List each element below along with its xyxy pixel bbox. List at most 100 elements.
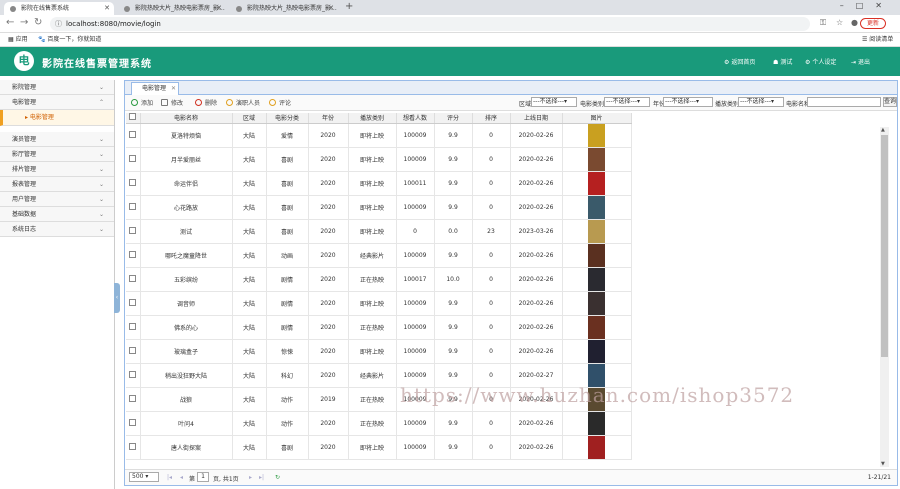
row-checkbox[interactable] <box>126 339 141 364</box>
region-select[interactable]: ---不选择---▾ <box>531 97 577 107</box>
update-button[interactable]: 更新 <box>860 18 886 29</box>
reading-list[interactable]: ☰ 阅读清单 <box>862 33 893 47</box>
sidebar-item-hall[interactable]: 影厅管理 ⌄ <box>0 147 114 162</box>
table-row[interactable]: 唐人街探案 大陆 喜剧 2020 即将上映 100009 9.9 0 2020-02-26 <box>126 435 632 460</box>
col-header[interactable]: 评分 <box>434 113 473 124</box>
browser-tab-3[interactable]: 影院热映大片_热映电影票房_影... ✕ <box>230 2 338 15</box>
table-cell: 100009 <box>396 435 435 460</box>
scroll-up-icon[interactable]: ▲ <box>881 127 885 133</box>
select-all-checkbox[interactable] <box>126 113 141 124</box>
next-page-icon[interactable]: ▸ <box>249 474 252 481</box>
col-header[interactable]: 年份 <box>308 113 349 124</box>
forward-icon[interactable]: → <box>20 17 28 28</box>
table-row[interactable]: 叶问4 大陆 动作 2020 正在热映 100009 9.9 0 2020-02-26 <box>126 411 632 436</box>
page-size-select[interactable]: 500 ▾ <box>129 472 159 482</box>
actors-button[interactable]: 演职人员 <box>226 98 260 107</box>
table-cell: 9.9 <box>434 243 473 268</box>
table-row[interactable]: 调音师 大陆 剧情 2020 即将上映 100009 9.9 0 2020-02-26 <box>126 291 632 316</box>
bookmark-apps[interactable]: ▦ 应用 <box>8 33 28 47</box>
table-row[interactable]: 哪吒之魔童降世 大陆 动画 2020 经典影片 100009 9.9 0 2020-02-26 <box>126 243 632 268</box>
row-checkbox[interactable] <box>126 171 141 196</box>
col-header[interactable]: 播放类别 <box>348 113 397 124</box>
row-checkbox[interactable] <box>126 291 141 316</box>
row-checkbox[interactable] <box>126 411 141 436</box>
sidebar-collapse-handle[interactable]: ‹ <box>114 283 120 313</box>
row-checkbox[interactable] <box>126 123 141 148</box>
table-row[interactable]: 心花路放 大陆 喜剧 2020 即将上映 100009 9.9 0 2020-02-26 <box>126 195 632 220</box>
page-number-input[interactable]: 1 <box>197 472 209 482</box>
prev-page-icon[interactable]: ◂ <box>180 474 183 481</box>
row-checkbox[interactable] <box>126 195 141 220</box>
browser-tab-1[interactable]: 影院在线售票系统 ✕ <box>4 2 114 15</box>
poster-cell <box>562 435 632 460</box>
sidebar-item-basedata[interactable]: 基础数据 ⌄ <box>0 207 114 222</box>
table-row[interactable]: 玻璃盒子 大陆 惊悚 2020 即将上映 100009 9.9 0 2020-02-26 <box>126 339 632 364</box>
sidebar-item-user[interactable]: 用户管理 ⌄ <box>0 192 114 207</box>
review-button[interactable]: 评论 <box>269 98 291 107</box>
col-header[interactable]: 想看人数 <box>396 113 435 124</box>
logout-link[interactable]: ⇥ 退出 <box>851 57 870 66</box>
scrollbar-thumb[interactable] <box>881 135 888 357</box>
sidebar-subitem-movie[interactable]: ▸ 电影管理 <box>0 110 114 126</box>
row-checkbox[interactable] <box>126 267 141 292</box>
year-select[interactable]: ---不选择---▾ <box>663 97 713 107</box>
vertical-scrollbar[interactable]: ▲ ▼ <box>880 127 889 467</box>
row-checkbox[interactable] <box>126 315 141 340</box>
refresh-icon[interactable]: ↻ <box>275 474 280 481</box>
sidebar-item-syslog[interactable]: 系统日志 ⌄ <box>0 222 114 237</box>
row-checkbox[interactable] <box>126 243 141 268</box>
tab-movie-management[interactable]: 电影管理 ✕ <box>131 82 180 95</box>
sidebar-item-movie[interactable]: 电影管理 ⌃ <box>0 95 114 110</box>
close-tab-icon[interactable]: ✕ <box>328 2 334 15</box>
scroll-down-icon[interactable]: ▼ <box>881 461 885 467</box>
browser-tab-2[interactable]: 影院热映大片_热映电影票房_影... ✕ <box>118 2 226 15</box>
delete-button[interactable]: 删除 <box>195 98 217 107</box>
home-link[interactable]: ⚙ 返回首页 <box>724 57 755 66</box>
profile-icon[interactable]: ● <box>851 18 858 27</box>
table-row[interactable]: 五彩缤纷 大陆 剧情 2020 正在热映 100017 10.0 0 2020-02-26 <box>126 267 632 292</box>
add-button[interactable]: 添加 <box>131 98 153 107</box>
sidebar-item-actor[interactable]: 演员管理 ⌄ <box>0 132 114 147</box>
row-checkbox[interactable] <box>126 219 141 244</box>
col-header[interactable]: 电影分类 <box>266 113 309 124</box>
first-page-icon[interactable]: |◂ <box>167 474 172 481</box>
table-row[interactable]: 命运伴侣 大陆 喜剧 2020 即将上映 100011 9.9 0 2020-02-26 <box>126 171 632 196</box>
reload-icon[interactable]: ↻ <box>34 17 42 28</box>
sidebar-item-schedule[interactable]: 排片管理 ⌄ <box>0 162 114 177</box>
row-checkbox[interactable] <box>126 435 141 460</box>
col-header[interactable]: 上线日期 <box>510 113 563 124</box>
type-select[interactable]: ---不选择---▾ <box>604 97 650 107</box>
col-header[interactable]: 图片 <box>562 113 632 124</box>
pager: 500 ▾ |◂ ◂ 第 1 页, 共1页 ▸ ▸| ↻ 1-21/21 <box>125 469 897 485</box>
close-icon[interactable]: ✕ <box>171 83 176 95</box>
table-row[interactable]: 测试 大陆 喜剧 2020 即将上映 0 0.0 23 2023-03-26 <box>126 219 632 244</box>
status-select[interactable]: ---不选择---▾ <box>738 97 784 107</box>
col-header[interactable]: 电影名称 <box>140 113 233 124</box>
row-checkbox[interactable] <box>126 387 141 412</box>
sidebar-item-cinema[interactable]: 影院管理 ⌄ <box>0 80 114 95</box>
new-tab-button[interactable]: + <box>345 1 353 12</box>
table-row[interactable]: 夏洛特烦恼 大陆 爱情 2020 即将上映 100009 9.9 0 2020-02-26 <box>126 123 632 148</box>
close-tab-icon[interactable]: ✕ <box>216 2 222 15</box>
close-tab-icon[interactable]: ✕ <box>104 2 110 15</box>
last-page-icon[interactable]: ▸| <box>259 474 264 481</box>
settings-link[interactable]: ⚙ 个人设定 <box>805 57 836 66</box>
movie-name-input[interactable] <box>807 97 881 107</box>
table-row[interactable]: 佛系的心 大陆 剧情 2020 正在热映 100009 9.9 0 2020-02-26 <box>126 315 632 340</box>
col-header[interactable]: 排序 <box>472 113 511 124</box>
star-icon[interactable]: ☆ <box>836 18 843 27</box>
col-header[interactable]: 区域 <box>232 113 267 124</box>
key-icon[interactable]: ⚿ <box>820 18 826 28</box>
table-row[interactable]: 月半爱丽丝 大陆 喜剧 2020 即将上映 100009 9.9 0 2020-02-26 <box>126 147 632 172</box>
user-link[interactable]: ☗ 测试 <box>773 57 792 66</box>
row-checkbox[interactable] <box>126 147 141 172</box>
bookmark-baidu[interactable]: 🐾 百度一下，你就知道 <box>38 33 101 47</box>
window-controls[interactable]: –□✕ <box>840 1 894 10</box>
search-button[interactable]: 查询 <box>883 97 897 107</box>
url-input[interactable]: ⓘ localhost:8080/movie/login <box>50 17 810 31</box>
back-icon[interactable]: ← <box>6 17 14 28</box>
edit-button[interactable]: 修改 <box>161 98 183 107</box>
sidebar-item-report[interactable]: 报表管理 ⌄ <box>0 177 114 192</box>
row-checkbox[interactable] <box>126 363 141 388</box>
page-total: 页, 共1页 <box>213 476 239 483</box>
